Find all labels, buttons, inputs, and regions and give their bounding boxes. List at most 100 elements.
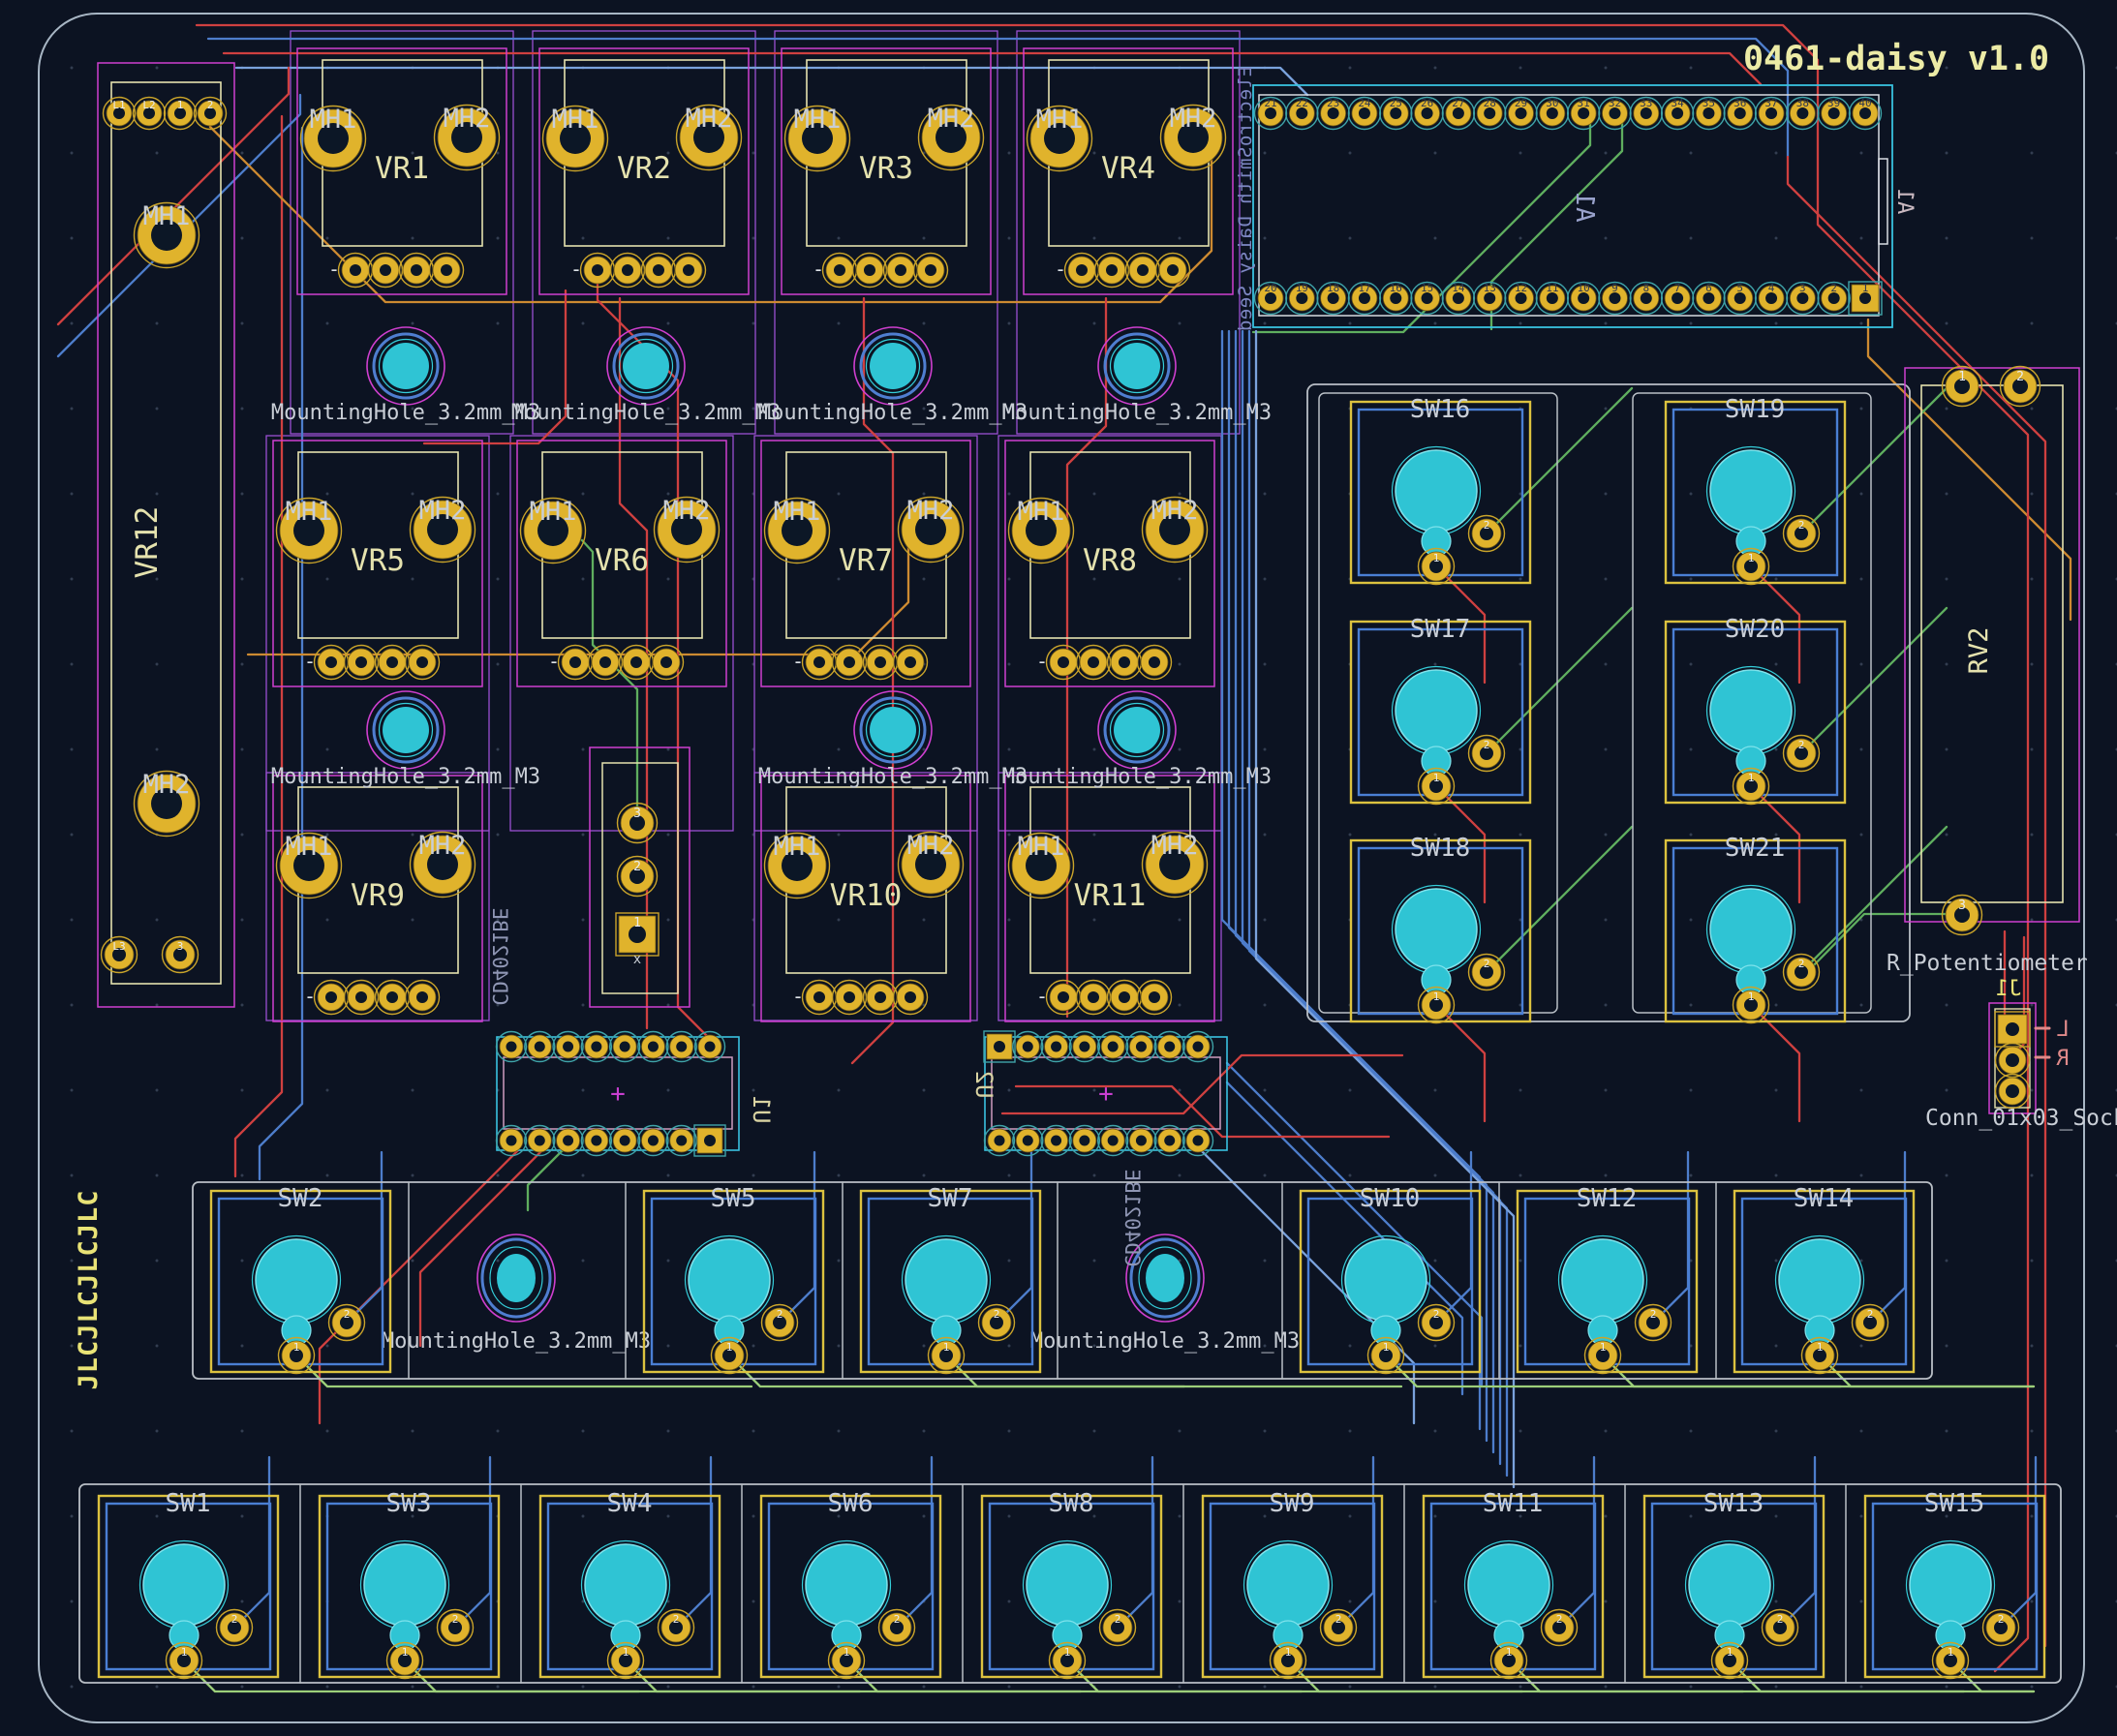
vr-ref-label: VR3 xyxy=(859,151,913,186)
rv2-value-label: R_Potentiometer xyxy=(1887,951,2088,976)
mh2-label: MH2 xyxy=(928,104,975,134)
pad-number: 2 xyxy=(1798,739,1805,751)
switch-stem-hole[interactable] xyxy=(1396,450,1477,532)
switch-stem-hole[interactable] xyxy=(1710,450,1792,532)
pad-hole xyxy=(386,656,398,668)
pad-hole xyxy=(2006,1053,2019,1067)
pad-hole xyxy=(1079,1136,1089,1146)
switch-stem-hole[interactable] xyxy=(585,1544,666,1626)
mounting-hole[interactable] xyxy=(1114,707,1160,753)
switch-stem-hole[interactable] xyxy=(806,1544,887,1626)
pad-number: 2 xyxy=(452,1613,459,1626)
pad-hole xyxy=(1149,991,1160,1003)
pad-number: 2 xyxy=(994,1308,1000,1321)
pad-hole xyxy=(1136,1042,1147,1052)
switch-stem-hole[interactable] xyxy=(1710,670,1792,751)
mounting-hole-label: MountingHole_3.2mm_M3 xyxy=(758,765,1028,789)
pad-number: 1 xyxy=(1862,282,1869,294)
pad-number: 15 xyxy=(1421,282,1433,294)
j1-value-label: Conn_01x03_Socket xyxy=(1925,1106,2117,1131)
pad-number: 2 xyxy=(1777,1613,1784,1626)
board-title: 0461-daisy v1.0 xyxy=(1743,40,2049,78)
switch-stem-hole[interactable] xyxy=(1345,1239,1427,1321)
switch-stem-hole[interactable] xyxy=(1910,1544,1991,1626)
switch-stem-hole[interactable] xyxy=(143,1544,225,1626)
mh1-label: MH1 xyxy=(286,832,333,862)
copper-trace xyxy=(1118,1457,1152,1628)
pad-hole xyxy=(1119,656,1130,668)
pad-hole xyxy=(2006,1022,2019,1036)
pad-hole xyxy=(834,264,845,276)
pad-number: 2 xyxy=(207,99,214,111)
ic-ref-label: U2 xyxy=(970,1071,997,1099)
switch-stem-hole[interactable] xyxy=(1689,1544,1770,1626)
mounting-hole[interactable] xyxy=(383,707,429,753)
mounting-hole[interactable] xyxy=(870,707,916,753)
mh1-label: MH1 xyxy=(143,201,191,231)
net-label-r: R xyxy=(2056,1047,2070,1071)
pad-number: 10 xyxy=(1578,282,1590,294)
x-mark: x xyxy=(633,952,641,967)
pad-number: 2 xyxy=(633,860,641,874)
switch-stem-hole[interactable] xyxy=(1396,889,1477,970)
mounting-hole[interactable] xyxy=(870,343,916,389)
switch-stem-hole[interactable] xyxy=(1027,1544,1108,1626)
pad-number: 2 xyxy=(1556,1613,1563,1626)
copper-trace xyxy=(1780,1457,1815,1628)
switch-ref-label: SW9 xyxy=(1270,1489,1315,1518)
switch-ref-label: SW8 xyxy=(1049,1489,1094,1518)
pad-number: 27 xyxy=(1452,97,1464,109)
mh1-label: MH1 xyxy=(1036,105,1084,135)
pad-hole xyxy=(355,656,367,668)
pad-number: 39 xyxy=(1827,97,1840,109)
pad-number: 2 xyxy=(1798,958,1805,970)
pad-number: 2 xyxy=(1433,1308,1440,1321)
pad-hole xyxy=(563,1136,573,1146)
pad-hole xyxy=(1164,1042,1175,1052)
mounting-hole[interactable] xyxy=(1114,343,1160,389)
mh2-label: MH2 xyxy=(143,770,191,800)
switch-stem-hole[interactable] xyxy=(1396,670,1477,751)
mh2-label: MH2 xyxy=(444,104,491,134)
pad-hole xyxy=(1149,656,1160,668)
pad-number: 2 xyxy=(1798,519,1805,532)
pad-number: 3 xyxy=(177,940,184,953)
pad-number: 30 xyxy=(1546,97,1558,109)
pad-hole xyxy=(683,264,694,276)
pad-hole xyxy=(630,656,642,668)
mounting-hole-label: MountingHole_3.2mm_M3 xyxy=(1002,401,1272,425)
pad-number: 1 xyxy=(1727,1646,1733,1659)
pad-number: 1 xyxy=(1285,1646,1292,1659)
switch-stem-hole[interactable] xyxy=(1562,1239,1643,1321)
pad-number: 1 xyxy=(1383,1341,1390,1354)
mounting-hole[interactable] xyxy=(623,343,669,389)
pad-number: 37 xyxy=(1764,97,1777,109)
mounting-hole-label: MountingHole_3.2mm_M3 xyxy=(758,401,1028,425)
switch-stem-hole[interactable] xyxy=(905,1239,987,1321)
switch-stem-hole[interactable] xyxy=(1710,889,1792,970)
switch-stem-hole[interactable] xyxy=(364,1544,445,1626)
pad-number: L2 xyxy=(142,99,155,111)
ic-value-label: CD4021BE xyxy=(1120,1169,1144,1266)
switch-stem-hole[interactable] xyxy=(1779,1239,1860,1321)
pad-hole xyxy=(325,656,337,668)
pad-number: 13 xyxy=(1484,282,1496,294)
mounting-hole[interactable] xyxy=(383,343,429,389)
pad-number: 1 xyxy=(1748,772,1755,784)
pad-number: 1 xyxy=(177,99,184,111)
switch-stem-hole[interactable] xyxy=(1247,1544,1329,1626)
pad-number: 1 xyxy=(293,1341,300,1354)
pad-number: 1 xyxy=(943,1341,950,1354)
switch-stem-hole[interactable] xyxy=(256,1239,337,1321)
switch-stem-hole[interactable] xyxy=(689,1239,770,1321)
mounting-hole-label: MountingHole_3.2mm_M3 xyxy=(271,765,540,789)
pad-hole xyxy=(1023,1136,1033,1146)
copper-trace xyxy=(997,1152,1031,1323)
pad-number: 18 xyxy=(1327,282,1339,294)
mh1-label: MH1 xyxy=(774,832,821,862)
pad-number: 1 xyxy=(402,1646,409,1659)
pcb-canvas[interactable]: MH1 MH2 VR1 - MH1 MH2 VR2 - MH1 MH2 VR3 … xyxy=(0,0,2117,1736)
switch-stem-hole[interactable] xyxy=(1468,1544,1549,1626)
pad-hole xyxy=(1108,1042,1119,1052)
pad-number: 21 xyxy=(1264,97,1276,109)
